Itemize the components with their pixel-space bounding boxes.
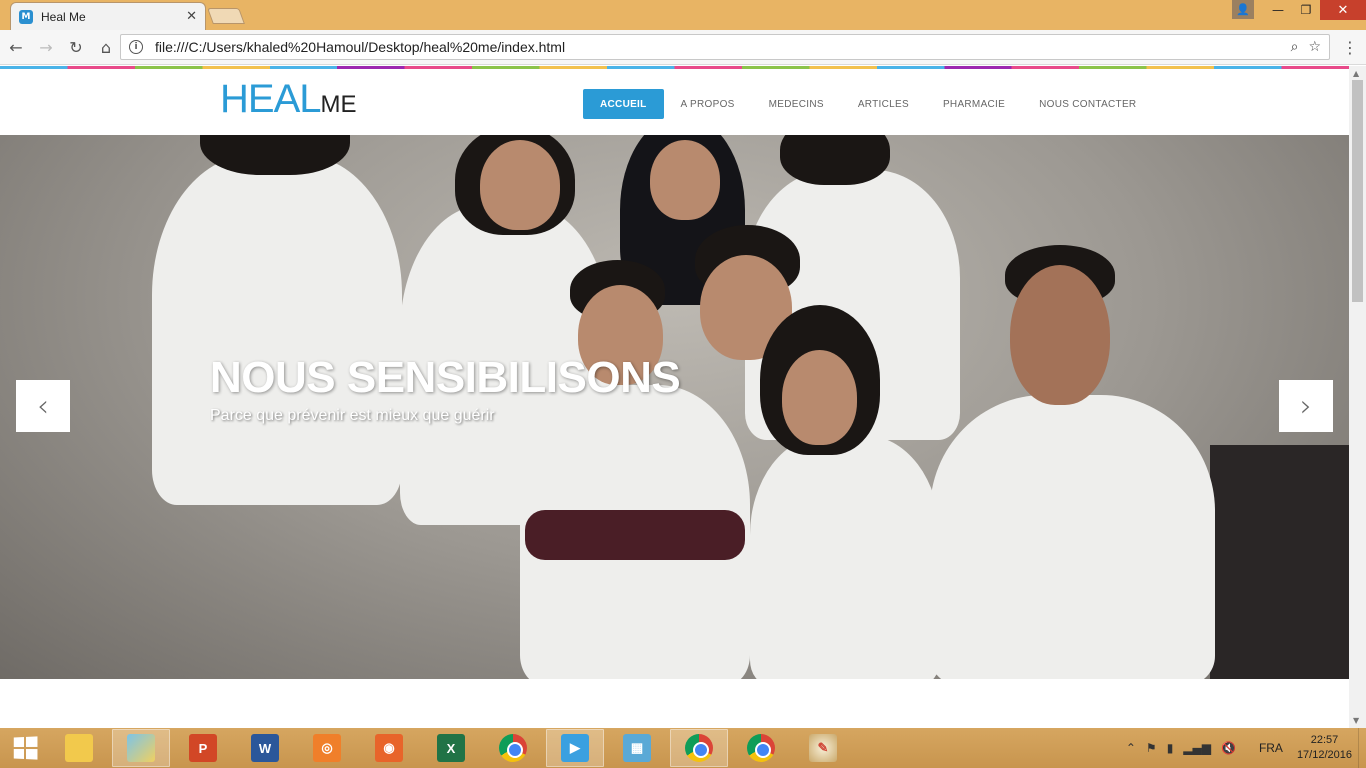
windows-logo-icon — [13, 736, 38, 760]
show-desktop-button[interactable] — [1358, 728, 1366, 768]
page-scrollbar[interactable]: ▲ ▼ — [1349, 66, 1366, 728]
nav-item-pharmacie[interactable]: PHARMACIE — [926, 89, 1022, 119]
browser-menu-icon[interactable]: ⋮ — [1342, 38, 1358, 57]
taskbar-paint[interactable]: ✎ — [794, 729, 852, 767]
taskbar-photos[interactable] — [112, 729, 170, 767]
volume-muted-icon[interactable]: 🔇 — [1221, 741, 1236, 755]
scrollbar-thumb[interactable] — [1352, 80, 1363, 302]
user-profile-icon[interactable]: 👤 — [1232, 0, 1254, 19]
taskbar-chrome[interactable] — [484, 729, 542, 767]
site-logo[interactable]: HEALME — [220, 77, 357, 122]
paint-icon: ✎ — [809, 734, 837, 762]
chevron-right-icon: › — [1300, 388, 1312, 424]
battery-icon[interactable]: ▮ — [1167, 741, 1174, 755]
logo-main-text: HEAL — [220, 77, 321, 121]
chrome-icon — [499, 734, 527, 762]
taskbar-powerpoint[interactable]: P — [174, 729, 232, 767]
nav-item-medecins[interactable]: MEDECINS — [752, 89, 841, 119]
bookmark-star-icon[interactable]: ☆ — [1308, 39, 1321, 55]
system-tray: ⌃ ⚑ ▮ ▂▄▆ 🔇 FRA 22:57 17/12/2016 — [1121, 728, 1366, 768]
language-indicator[interactable]: FRA — [1259, 741, 1283, 755]
media-player-icon: ▶ — [561, 734, 589, 762]
hero-caption: NOUS SENSIBILISONS Parce que prévenir es… — [210, 353, 681, 425]
scroll-down-icon[interactable]: ▼ — [1353, 716, 1359, 725]
carousel-prev-button[interactable]: ‹ — [16, 380, 70, 432]
chevron-left-icon: ‹ — [37, 388, 49, 424]
logo-small-text: ME — [320, 91, 357, 118]
page-info-icon[interactable]: i — [129, 40, 143, 54]
nav-item-accueil[interactable]: ACCUEIL — [583, 89, 664, 119]
hero-title: NOUS SENSIBILISONS — [210, 353, 681, 402]
excel-icon: X — [437, 734, 465, 762]
taskbar-control-panel[interactable]: ▦ — [608, 729, 666, 767]
browser-toolbar: ← → ↻ ⌂ i file:///C:/Users/khaled%20Hamo… — [0, 30, 1366, 65]
taskbar-excel[interactable]: X — [422, 729, 480, 767]
clock-date: 17/12/2016 — [1296, 749, 1352, 761]
tab-title: Heal Me — [41, 9, 86, 24]
chrome-icon-2 — [747, 734, 775, 762]
taskbar-chrome-2[interactable] — [732, 729, 790, 767]
new-tab-button[interactable] — [207, 8, 245, 24]
file-explorer-icon — [65, 734, 93, 762]
minimize-button[interactable]: — — [1264, 0, 1292, 20]
network-flag-icon[interactable]: ⚑ — [1146, 741, 1157, 755]
nav-item-nous-contacter[interactable]: NOUS CONTACTER — [1022, 89, 1153, 119]
address-bar[interactable]: i file:///C:/Users/khaled%20Hamoul/Deskt… — [120, 34, 1330, 60]
powerpoint-icon: P — [189, 734, 217, 762]
forward-button[interactable]: → — [32, 33, 60, 61]
show-hidden-icons-icon[interactable]: ⌃ — [1126, 741, 1136, 755]
home-button[interactable]: ⌂ — [92, 33, 120, 61]
main-navigation: ACCUEIL A PROPOS MEDECINS ARTICLES PHARM… — [583, 89, 1153, 119]
tab-close-icon[interactable]: ✕ — [186, 9, 197, 24]
start-button[interactable] — [0, 728, 50, 768]
taskbar-media-player[interactable]: ▶ — [546, 729, 604, 767]
site-header: HEALME ACCUEIL A PROPOS MEDECINS ARTICLE… — [0, 69, 1349, 135]
windows-taskbar: P W ◎ ◉ X ▶ ▦ ✎ ⌃ ⚑ ▮ ▂▄▆ 🔇 FRA 22:57 17… — [0, 728, 1366, 768]
hero-carousel: NOUS SENSIBILISONS Parce que prévenir es… — [0, 135, 1349, 679]
carousel-next-button[interactable]: › — [1279, 380, 1333, 432]
hero-subtitle: Parce que prévenir est mieux que guérir — [210, 407, 495, 424]
camera-icon: ◉ — [375, 734, 403, 762]
zoom-icon[interactable]: ⌕ — [1291, 39, 1299, 55]
nav-item-a-propos[interactable]: A PROPOS — [664, 89, 752, 119]
taskbar-snipping-tool[interactable]: ◎ — [298, 729, 356, 767]
chrome-icon-active — [685, 734, 713, 762]
url-text[interactable]: file:///C:/Users/khaled%20Hamoul/Desktop… — [155, 39, 1281, 55]
control-panel-icon: ▦ — [623, 734, 651, 762]
browser-tab[interactable]: M Heal Me ✕ — [10, 2, 206, 30]
snipping-tool-icon: ◎ — [313, 734, 341, 762]
word-icon: W — [251, 734, 279, 762]
clock-time: 22:57 — [1310, 734, 1339, 746]
system-clock[interactable]: 22:57 17/12/2016 — [1297, 733, 1352, 763]
taskbar-word[interactable]: W — [236, 729, 294, 767]
photos-icon — [127, 734, 155, 762]
nav-item-articles[interactable]: ARTICLES — [841, 89, 926, 119]
site-favicon-icon: M — [19, 9, 33, 24]
browser-title-bar: M Heal Me ✕ 👤 — ❐ ✕ — [0, 0, 1366, 30]
scroll-up-icon[interactable]: ▲ — [1353, 69, 1359, 78]
taskbar-camera[interactable]: ◉ — [360, 729, 418, 767]
taskbar-chrome-active[interactable] — [670, 729, 728, 767]
back-button[interactable]: ← — [2, 33, 30, 61]
window-controls: 👤 — ❐ ✕ — [1232, 0, 1366, 22]
taskbar-file-explorer[interactable] — [50, 729, 108, 767]
restore-button[interactable]: ❐ — [1292, 0, 1320, 20]
window-close-button[interactable]: ✕ — [1320, 0, 1366, 20]
signal-icon[interactable]: ▂▄▆ — [1183, 741, 1211, 755]
content-section — [0, 679, 1349, 728]
reload-button[interactable]: ↻ — [62, 33, 90, 61]
